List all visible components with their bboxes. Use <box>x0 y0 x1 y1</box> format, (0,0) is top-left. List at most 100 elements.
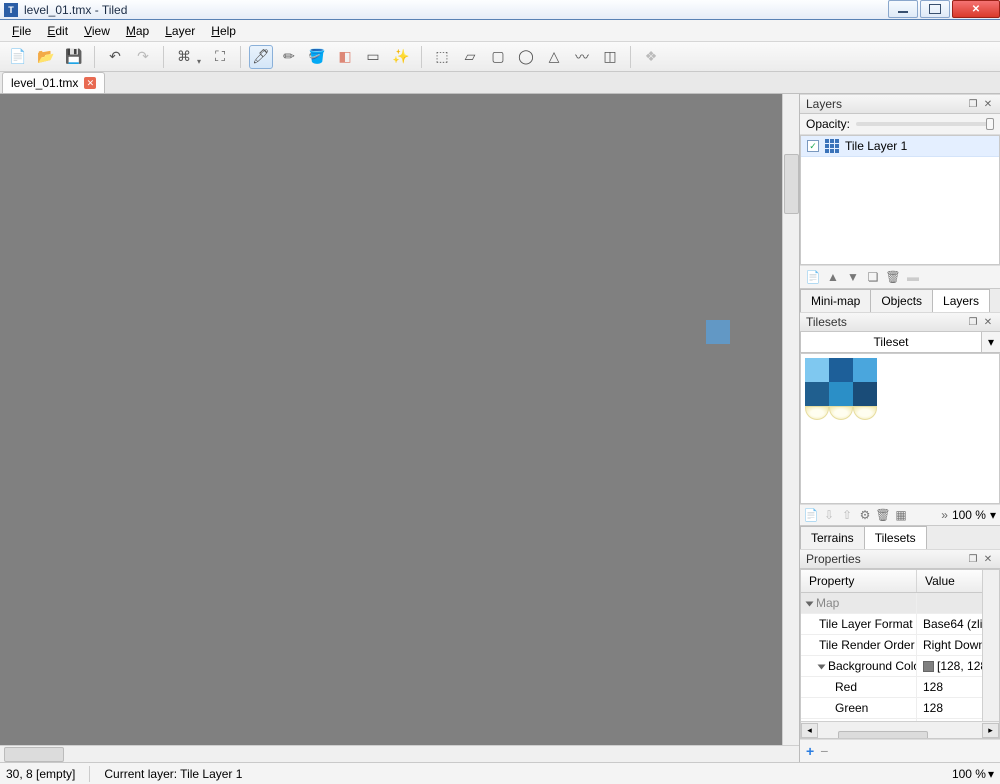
prop-group-map[interactable]: Map <box>801 593 982 614</box>
minimize-button[interactable] <box>888 0 918 18</box>
open-file-icon[interactable]: 📂 <box>34 45 58 69</box>
insert-ellipse-icon[interactable]: ◯ <box>514 45 538 69</box>
properties-horizontal-scrollbar[interactable]: ◂ ▸ <box>801 721 999 738</box>
opacity-label: Opacity: <box>806 117 850 131</box>
menu-file[interactable]: File <box>4 22 39 40</box>
undock-icon[interactable]: ❐ <box>967 98 979 110</box>
new-file-icon[interactable]: 📄 <box>6 45 30 69</box>
resize-icon[interactable]: ⛶ <box>208 45 232 69</box>
properties-toolbar: + − <box>800 739 1000 762</box>
menu-edit[interactable]: Edit <box>39 22 76 40</box>
stamp-tool-icon[interactable]: 🖊 <box>249 45 273 69</box>
magic-wand-icon[interactable]: ✨ <box>389 45 413 69</box>
color-swatch-icon <box>923 661 934 672</box>
remove-property-icon[interactable]: − <box>820 743 828 759</box>
terrain-tool-icon[interactable]: ✏ <box>277 45 301 69</box>
col-value[interactable]: Value <box>917 570 982 592</box>
tileset-zoom[interactable]: 100 % <box>952 508 986 522</box>
tab-minimap[interactable]: Mini-map <box>800 289 871 312</box>
map-canvas[interactable] <box>0 94 782 745</box>
layer-list[interactable]: ✓ Tile Layer 1 <box>800 135 1000 265</box>
document-tab[interactable]: level_01.tmx ✕ <box>2 72 105 93</box>
properties-panel-header[interactable]: Properties ❐ ✕ <box>800 549 1000 569</box>
opacity-slider[interactable] <box>856 122 994 126</box>
tileset-properties-icon[interactable]: ⚙ <box>858 508 872 522</box>
rect-select-icon[interactable]: ▭ <box>361 45 385 69</box>
menu-layer[interactable]: Layer <box>157 22 203 40</box>
layer-down-icon[interactable]: ▼ <box>846 270 860 284</box>
close-panel-icon[interactable]: ✕ <box>982 553 994 565</box>
col-property[interactable]: Property <box>801 570 917 592</box>
menu-view[interactable]: View <box>76 22 118 40</box>
prop-row[interactable]: Background Color[128, 128 <box>801 656 982 677</box>
main-toolbar: 📄 📂 💾 ↶ ↷ ⌘ ⛶ 🖊 ✏ 🪣 ◧ ▭ ✨ ⬚ ▱ ▢ ◯ △ 〰 ◫ … <box>0 42 1000 72</box>
properties-body[interactable]: Map Tile Layer FormatBase64 (zlib Tile R… <box>801 593 982 721</box>
bucket-fill-icon[interactable]: 🪣 <box>305 45 329 69</box>
tab-layers[interactable]: Layers <box>932 289 990 312</box>
undock-icon[interactable]: ❐ <box>967 316 979 328</box>
titlebar: T level_01.tmx - Tiled <box>0 0 1000 20</box>
insert-rectangle-icon[interactable]: ▢ <box>486 45 510 69</box>
insert-tile-icon[interactable]: ◫ <box>598 45 622 69</box>
insert-polygon-icon[interactable]: △ <box>542 45 566 69</box>
command-icon[interactable]: ⌘ <box>172 45 204 69</box>
properties-panel-title: Properties <box>806 552 861 566</box>
random-mode-icon[interactable]: ❖ <box>639 45 663 69</box>
menu-map[interactable]: Map <box>118 22 157 40</box>
canvas-vertical-scrollbar[interactable] <box>782 94 799 745</box>
tab-objects[interactable]: Objects <box>870 289 933 312</box>
close-panel-icon[interactable]: ✕ <box>982 316 994 328</box>
menu-help[interactable]: Help <box>203 22 244 40</box>
status-current-layer: Current layer: Tile Layer 1 <box>104 767 242 781</box>
new-layer-icon[interactable]: 📄 <box>806 270 820 284</box>
layer-other-icon[interactable]: ▬ <box>906 270 920 284</box>
tileset-zoom-drop-icon[interactable]: ▾ <box>990 508 996 522</box>
tileset-more-icon[interactable]: » <box>941 508 948 522</box>
prop-row[interactable]: Tile Render OrderRight Down <box>801 635 982 656</box>
scroll-left-icon[interactable]: ◂ <box>801 723 818 738</box>
document-tabs: level_01.tmx ✕ <box>0 72 1000 94</box>
cursor-tile-highlight <box>706 320 730 344</box>
edit-polygons-icon[interactable]: ▱ <box>458 45 482 69</box>
maximize-button[interactable] <box>920 0 950 18</box>
layer-visible-checkbox[interactable]: ✓ <box>807 140 819 152</box>
prop-row[interactable]: Green128 <box>801 698 982 719</box>
tilesets-panel-header[interactable]: Tilesets ❐ ✕ <box>800 312 1000 332</box>
import-tileset-icon[interactable]: ⇩ <box>822 508 836 522</box>
tab-tilesets[interactable]: Tilesets <box>864 526 927 549</box>
tileset-dropdown-icon[interactable]: ▾ <box>982 332 1000 353</box>
status-bar: 30, 8 [empty] Current layer: Tile Layer … <box>0 762 1000 784</box>
undo-icon[interactable]: ↶ <box>103 45 127 69</box>
tileset-view[interactable] <box>800 354 1000 504</box>
tab-terrains[interactable]: Terrains <box>800 526 865 549</box>
scroll-right-icon[interactable]: ▸ <box>982 723 999 738</box>
canvas-horizontal-scrollbar[interactable] <box>0 745 799 762</box>
delete-layer-icon[interactable]: 🗑 <box>886 270 900 284</box>
window-title: level_01.tmx - Tiled <box>24 3 886 17</box>
close-tab-icon[interactable]: ✕ <box>84 77 96 89</box>
prop-row[interactable]: Red128 <box>801 677 982 698</box>
tileset-tab[interactable]: Tileset <box>800 332 982 353</box>
prop-row[interactable]: Tile Layer FormatBase64 (zlib <box>801 614 982 635</box>
zoom-dropdown-icon[interactable]: ▾ <box>988 767 994 781</box>
undock-icon[interactable]: ❐ <box>967 553 979 565</box>
status-zoom[interactable]: 100 % <box>952 767 986 781</box>
insert-polyline-icon[interactable]: 〰 <box>570 45 594 69</box>
tileset-tiles[interactable] <box>805 358 995 406</box>
close-button[interactable] <box>952 0 1000 18</box>
properties-vertical-scrollbar[interactable] <box>982 570 999 721</box>
edit-terrain-icon[interactable]: ▦ <box>894 508 908 522</box>
duplicate-layer-icon[interactable]: ❏ <box>866 270 880 284</box>
redo-icon[interactable]: ↷ <box>131 45 155 69</box>
export-tileset-icon[interactable]: ⇧ <box>840 508 854 522</box>
layer-up-icon[interactable]: ▲ <box>826 270 840 284</box>
close-panel-icon[interactable]: ✕ <box>982 98 994 110</box>
new-tileset-icon[interactable]: 📄 <box>804 508 818 522</box>
eraser-icon[interactable]: ◧ <box>333 45 357 69</box>
layer-item[interactable]: ✓ Tile Layer 1 <box>801 136 999 157</box>
delete-tileset-icon[interactable]: 🗑 <box>876 508 890 522</box>
layers-panel-header[interactable]: Layers ❐ ✕ <box>800 94 1000 114</box>
select-objects-icon[interactable]: ⬚ <box>430 45 454 69</box>
add-property-icon[interactable]: + <box>806 743 814 759</box>
save-icon[interactable]: 💾 <box>62 45 86 69</box>
